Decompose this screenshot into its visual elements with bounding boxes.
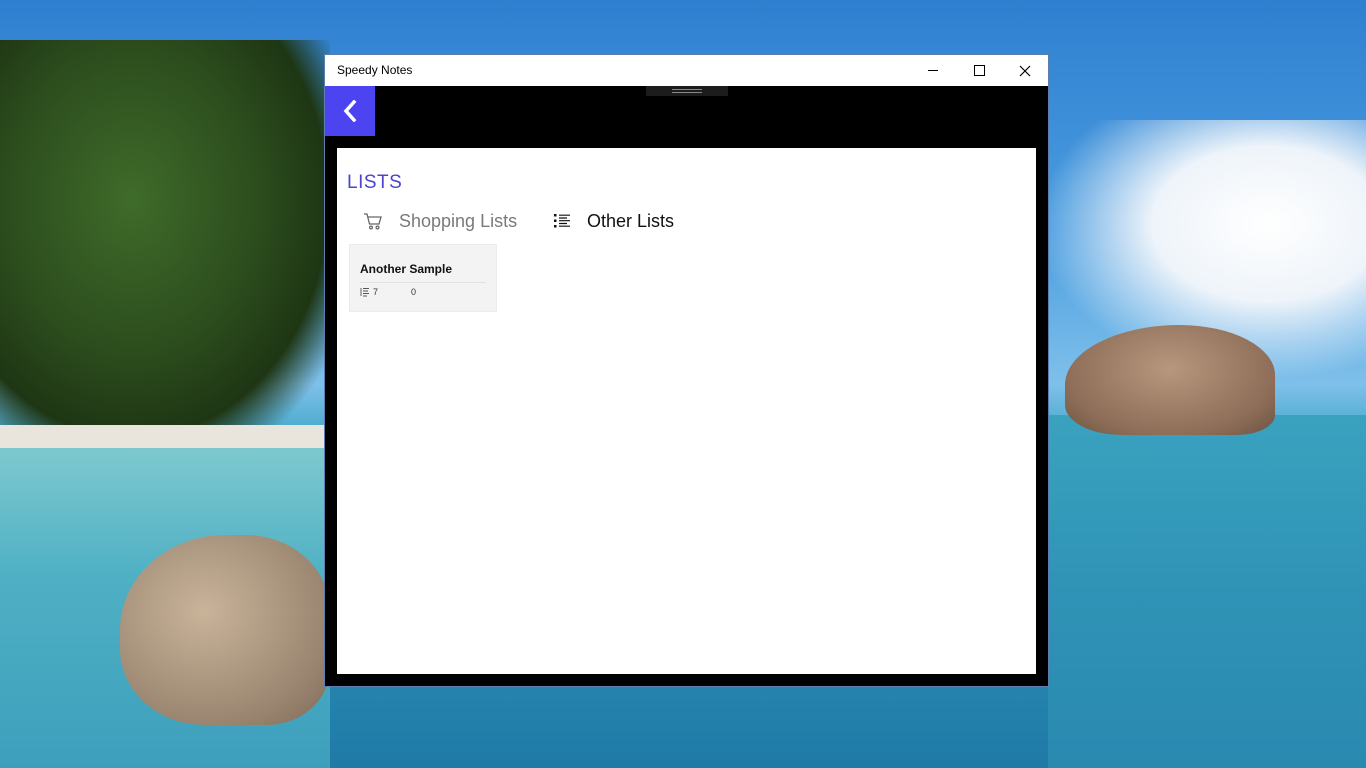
list-icon bbox=[554, 214, 570, 228]
maximize-icon bbox=[973, 65, 985, 76]
list-card-stats: 7 0 bbox=[360, 287, 416, 297]
drag-handle[interactable] bbox=[646, 86, 728, 96]
tab-shopping-lists[interactable]: Shopping Lists bbox=[363, 209, 517, 233]
wallpaper-water-right bbox=[1048, 415, 1366, 768]
list-card[interactable]: Another Sample 7 0 bbox=[349, 244, 497, 312]
chevron-left-icon bbox=[343, 100, 357, 122]
app-window: Speedy Notes LISTS Shopping Lists Other … bbox=[325, 55, 1048, 686]
item-count: 7 bbox=[373, 287, 379, 297]
maximize-button[interactable] bbox=[956, 55, 1002, 86]
list-small-icon bbox=[360, 288, 369, 297]
drag-handle-line bbox=[672, 89, 702, 90]
tab-other-lists-label: Other Lists bbox=[587, 210, 675, 231]
close-button[interactable] bbox=[1002, 55, 1048, 86]
wallpaper-jungle bbox=[0, 40, 330, 440]
tab-other-lists[interactable]: Other Lists bbox=[553, 209, 674, 233]
drag-handle-line bbox=[672, 92, 702, 93]
minimize-icon bbox=[928, 70, 938, 71]
page-title: LISTS bbox=[347, 172, 403, 193]
list-card-title: Another Sample bbox=[360, 262, 453, 276]
checked-count: 0 bbox=[411, 287, 417, 297]
wallpaper-beach bbox=[0, 425, 330, 450]
content-panel: LISTS Shopping Lists Other Lists Another… bbox=[337, 148, 1036, 674]
window-title: Speedy Notes bbox=[337, 63, 413, 77]
back-button[interactable] bbox=[325, 86, 375, 136]
close-icon bbox=[1019, 65, 1031, 76]
title-bar[interactable]: Speedy Notes bbox=[325, 55, 1048, 86]
app-header bbox=[325, 86, 1048, 148]
tab-shopping-lists-label: Shopping Lists bbox=[399, 210, 518, 231]
wallpaper-rock-left bbox=[120, 535, 330, 725]
divider bbox=[360, 282, 486, 283]
minimize-button[interactable] bbox=[910, 55, 956, 86]
cart-icon bbox=[364, 213, 382, 230]
